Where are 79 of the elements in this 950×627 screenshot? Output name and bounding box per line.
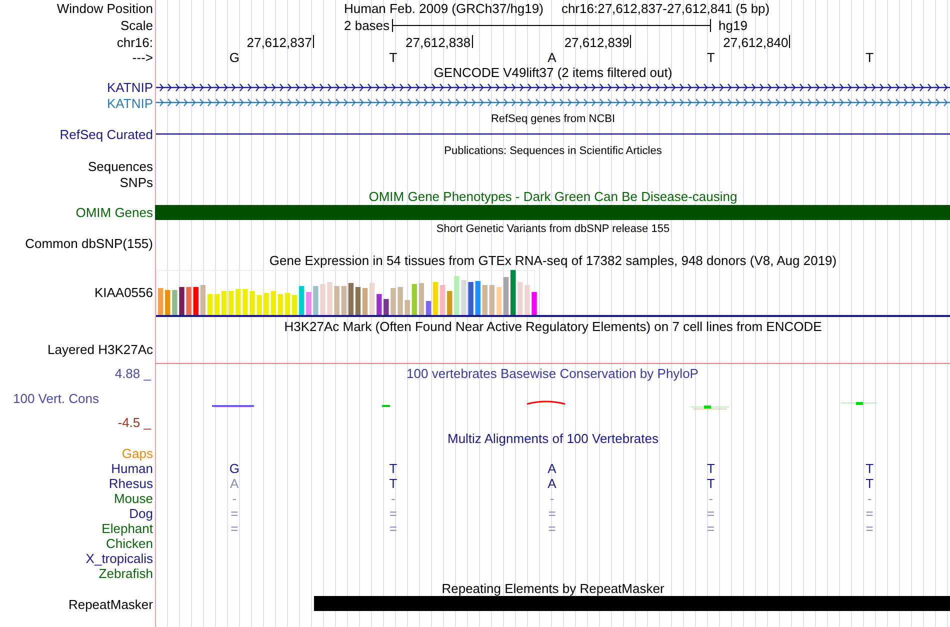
base-letter: - xyxy=(867,492,872,505)
track-label: Window Position xyxy=(56,1,153,16)
position-label: 27,612,839 xyxy=(564,36,630,49)
base-letter: = xyxy=(548,507,556,520)
track-title: 100 vertebrates Basewise Conservation by PhyloP xyxy=(406,366,698,381)
base-letter: T xyxy=(706,51,715,64)
ruler-tick xyxy=(630,35,632,48)
track-label[interactable]: Dog xyxy=(129,506,153,521)
track-title: Repeating Elements by RepeatMasker xyxy=(442,582,664,595)
base-letter: T xyxy=(706,477,715,490)
track-label[interactable]: SNPs xyxy=(120,174,153,190)
base-letter: - xyxy=(391,492,396,505)
base-letter: - xyxy=(708,492,713,505)
track-title: GENCODE V49lift37 (2 items filtered out) xyxy=(434,66,672,79)
track-label[interactable]: KATNIP xyxy=(107,80,153,95)
axis-label: -4.5 _ xyxy=(118,415,151,430)
track-title: Multiz Alignments of 100 Vertebrates xyxy=(447,432,658,445)
track-label[interactable]: RepeatMasker xyxy=(68,596,153,612)
ruler-tick xyxy=(789,35,790,48)
track-label[interactable]: Sequences xyxy=(88,158,153,174)
base-letter: T xyxy=(866,462,874,475)
base-letter: - xyxy=(550,492,554,505)
position-label: 27,612,837 xyxy=(246,36,312,49)
base-letter: = xyxy=(548,522,556,535)
position-label: 27,612,838 xyxy=(406,36,471,49)
base-letter: = xyxy=(707,522,715,535)
track-label[interactable]: Common dbSNP(155) xyxy=(25,236,153,251)
base-letter: G xyxy=(229,51,240,64)
track-label[interactable]: 100 Vert. Cons xyxy=(0,390,99,406)
base-letter: T xyxy=(389,462,398,475)
track-title: RefSeq genes from NCBI xyxy=(490,114,616,125)
omim-feature-bar[interactable] xyxy=(155,205,950,220)
base-letter: = xyxy=(389,507,397,520)
track-label[interactable]: OMIM Genes xyxy=(76,205,153,220)
track-label[interactable]: Rhesus xyxy=(108,476,153,491)
base-letter: = xyxy=(866,522,874,535)
base-letter: = xyxy=(230,507,238,520)
base-letter: = xyxy=(866,507,874,520)
track-title: Gene Expression in 54 tissues from GTEx RNA-seq of 17382 samples, 948 donors (V8, Aug 2019) xyxy=(269,254,837,267)
track-title: H3K27Ac Mark (Often Found Near Active Regulatory Elements) on 7 cell lines from ENCODE xyxy=(284,320,822,333)
axis-label: 4.88 _ xyxy=(114,366,151,381)
base-letter: A xyxy=(548,462,556,475)
base-letter: G xyxy=(229,462,240,475)
base-letter: = xyxy=(230,522,238,535)
track-title: Short Genetic Variants from dbSNP release 155 xyxy=(436,224,670,235)
track-title: OMIM Gene Phenotypes - Dark Green Can Be Disease-causing xyxy=(368,190,738,203)
base-letter: T xyxy=(389,477,398,490)
ruler-tick xyxy=(312,35,314,48)
assembly-label: Human Feb. 2009 (GRCh37/hg19) xyxy=(344,1,544,16)
track-label[interactable]: X_tropicalis xyxy=(86,551,153,566)
base-letter: = xyxy=(389,522,397,535)
repeat-feature-bar[interactable] xyxy=(314,596,950,611)
base-letter: A xyxy=(230,477,239,490)
track-label[interactable]: Human xyxy=(111,461,153,476)
ruler-tick xyxy=(472,35,473,48)
track-label: chr16: xyxy=(116,34,153,50)
position-range: chr16:27,612,837-27,612,841 (5 bp) xyxy=(561,1,770,16)
scale-length: 2 bases xyxy=(344,18,390,33)
track-label[interactable]: RefSeq Curated xyxy=(60,126,153,142)
track-label[interactable]: Chicken xyxy=(106,536,153,551)
track-label[interactable]: Mouse xyxy=(114,491,153,506)
position-label: 27,612,840 xyxy=(723,36,788,49)
genome-label: hg19 xyxy=(718,18,748,33)
base-letter: T xyxy=(706,462,715,475)
track-label[interactable]: Elephant xyxy=(102,521,153,536)
track-label[interactable]: Layered H3K27Ac xyxy=(47,342,153,356)
track-title: Publications: Sequences in Scientific Articles xyxy=(444,146,662,157)
base-letter: A xyxy=(548,477,556,490)
base-letter: T xyxy=(866,51,874,64)
strand-label: ---> xyxy=(132,50,153,65)
track-label[interactable]: KATNIP xyxy=(107,96,153,110)
base-letter: T xyxy=(866,477,874,490)
base-letter: A xyxy=(548,51,556,64)
track-label[interactable]: KIAA0556 xyxy=(94,285,153,300)
base-letter: T xyxy=(389,51,398,64)
track-label[interactable]: Zebrafish xyxy=(98,566,153,581)
base-letter: = xyxy=(707,507,715,520)
track-label: Scale xyxy=(120,18,153,33)
base-letter: - xyxy=(232,492,237,505)
